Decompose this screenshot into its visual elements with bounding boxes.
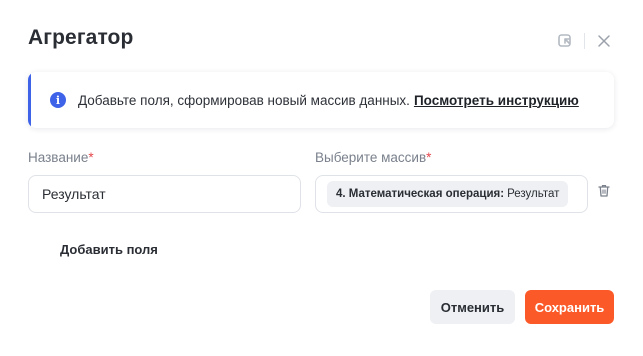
- header-divider: [584, 33, 585, 49]
- array-label-text: Выберите массив: [315, 150, 427, 165]
- name-input[interactable]: Результат: [28, 175, 301, 213]
- array-chip-value: Результат: [507, 188, 560, 200]
- info-accent-bar: [28, 72, 31, 128]
- info-text: Добавьте поля, сформировав новый массив …: [78, 92, 410, 108]
- array-label: Выберите массив*: [315, 150, 431, 165]
- array-required-mark: *: [426, 150, 432, 165]
- name-label: Название*: [28, 150, 94, 165]
- array-chip-source: 4. Математическая операция:: [336, 188, 505, 200]
- close-icon[interactable]: [595, 32, 613, 50]
- name-label-text: Название: [28, 150, 89, 165]
- array-select[interactable]: 4. Математическая операция: Результат: [315, 175, 588, 213]
- trash-icon[interactable]: [598, 184, 612, 198]
- header-actions: [556, 32, 613, 50]
- array-chip[interactable]: 4. Математическая операция: Результат: [327, 181, 569, 207]
- info-banner: i Добавьте поля, сформировав новый масси…: [28, 72, 614, 128]
- dialog-title: Агрегатор: [28, 26, 134, 49]
- cancel-button[interactable]: Отменить: [430, 290, 515, 324]
- collapse-icon[interactable]: [556, 32, 574, 50]
- instruction-link[interactable]: Посмотреть инструкцию: [414, 93, 579, 108]
- name-required-mark: *: [88, 150, 94, 165]
- add-fields-button[interactable]: Добавить поля: [60, 242, 158, 257]
- info-icon: i: [50, 92, 66, 108]
- save-button[interactable]: Сохранить: [525, 290, 614, 324]
